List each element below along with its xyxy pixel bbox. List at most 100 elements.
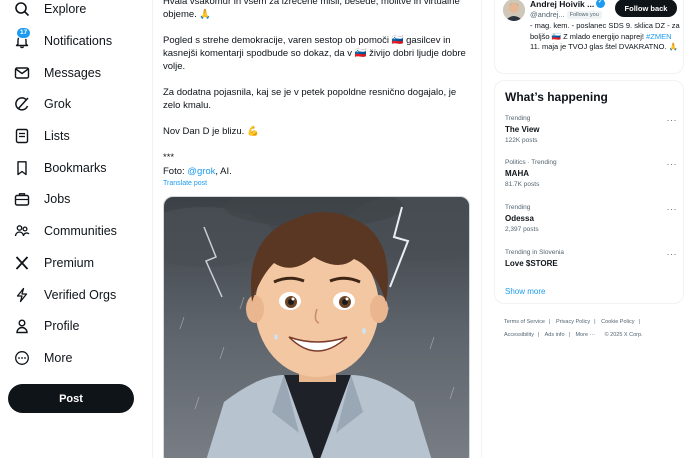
footer-link-accessibility[interactable]: Accessibility xyxy=(504,332,534,338)
footer-links: Terms of Service | Privacy Policy | Cookie… xyxy=(504,316,684,342)
photo-credit-suffix: , AI. xyxy=(215,166,232,177)
left-nav: Explore 17 Notifications Messages Grok L… xyxy=(0,0,152,458)
photo-credit: Foto: @grok, AI. xyxy=(163,165,473,178)
trend-item[interactable]: Trending Odessa 2,397 posts ··· xyxy=(505,204,677,244)
profile-name[interactable]: Andrej Hoivik ... xyxy=(530,0,606,9)
nav-item-premium[interactable]: Premium xyxy=(14,248,94,278)
nav-item-verified-orgs[interactable]: Verified Orgs xyxy=(14,280,116,310)
nav-item-lists[interactable]: Lists xyxy=(14,121,70,151)
lightning-icon xyxy=(14,287,30,303)
nav-item-messages[interactable]: Messages xyxy=(14,58,101,88)
nav-item-grok[interactable]: Grok xyxy=(14,89,71,119)
slovenia-flag-icon: 🇸🇮 xyxy=(354,48,367,59)
nav-item-profile[interactable]: Profile xyxy=(14,311,79,341)
nav-label: Profile xyxy=(44,319,80,333)
trend-meta: Trending xyxy=(505,115,531,122)
trend-title: MAHA xyxy=(505,169,529,178)
trend-title: Odessa xyxy=(505,214,534,223)
profile-name-text: Andrej Hoivik ... xyxy=(530,0,595,9)
footer-link-terms[interactable]: Terms of Service xyxy=(504,319,545,325)
panel-title: What’s happening xyxy=(505,90,608,104)
nav-label: Explore xyxy=(44,2,87,16)
footer-separator: | xyxy=(594,319,596,325)
trend-title: The View xyxy=(505,125,540,134)
nav-label: Verified Orgs xyxy=(44,288,117,302)
nav-item-bookmarks[interactable]: Bookmarks xyxy=(14,153,107,183)
envelope-icon xyxy=(14,65,30,81)
photo-credit-prefix: Foto: xyxy=(163,166,188,177)
nav-label: Messages xyxy=(44,66,101,80)
trend-meta: Trending xyxy=(505,204,531,211)
more-circle-icon xyxy=(14,350,30,366)
post-button[interactable]: Post xyxy=(8,384,134,413)
nav-item-more[interactable]: More xyxy=(14,343,72,373)
more-options-icon[interactable]: ··· xyxy=(667,115,678,125)
footer-link-ads-info[interactable]: Ads info xyxy=(545,332,565,338)
list-icon xyxy=(14,128,30,144)
trend-count: 122K posts xyxy=(505,137,538,144)
trend-item[interactable]: Trending in Slovenia Love $STORE ··· xyxy=(505,249,677,289)
post-paragraph: Nov Dan D je blizu. 💪 xyxy=(163,126,259,137)
more-options-icon[interactable]: ··· xyxy=(667,249,678,259)
bookmark-icon xyxy=(14,160,30,176)
footer-separator xyxy=(599,332,601,338)
slovenia-flag-icon: 🇸🇮 xyxy=(391,35,404,46)
nav-label: Communities xyxy=(44,224,117,238)
post-detail: Hvala vsakomur in vsem za izrečene misli… xyxy=(152,0,482,458)
nav-item-explore[interactable]: Explore xyxy=(14,0,86,24)
slovenia-flag-icon: 🇸🇮 xyxy=(551,31,562,41)
nav-label: More xyxy=(44,351,73,365)
more-options-icon[interactable]: ··· xyxy=(667,204,678,214)
bio-segment: Z mlado energijo naprej! xyxy=(561,31,647,41)
whats-happening-panel: What’s happening Trending The View 122K … xyxy=(494,80,684,304)
post-image[interactable] xyxy=(163,196,470,458)
search-icon xyxy=(14,1,30,17)
profile-handle: @andrej... Follows you xyxy=(530,10,602,19)
nav-label: Grok xyxy=(44,97,72,111)
profile-bio: - mag. kem. - poslanec SDS 9. sklica DZ … xyxy=(530,21,680,53)
post-separator: *** xyxy=(163,152,175,163)
footer-separator: | xyxy=(638,319,640,325)
trend-item[interactable]: Politics · Trending MAHA 81.7K posts ··· xyxy=(505,159,677,199)
trend-meta: Politics · Trending xyxy=(505,159,557,166)
trend-item[interactable]: Trending The View 122K posts ··· xyxy=(505,115,677,155)
show-more-link[interactable]: Show more xyxy=(505,287,545,296)
cartoon-portrait-illustration xyxy=(164,197,469,458)
footer-link-cookie[interactable]: Cookie Policy xyxy=(601,319,634,325)
footer-separator: | xyxy=(568,332,570,338)
more-options-icon[interactable]: ··· xyxy=(667,159,678,169)
trend-title: Love $STORE xyxy=(505,259,558,268)
trend-meta: Trending in Slovenia xyxy=(505,249,565,256)
nav-label: Lists xyxy=(44,129,70,143)
nav-label: Jobs xyxy=(44,192,71,206)
avatar[interactable] xyxy=(503,0,525,21)
footer-separator: | xyxy=(548,319,551,325)
post-paragraph: Pogled s strehe demokracije, varen sesto… xyxy=(163,34,473,73)
post-paragraph: Za dodatna pojasnila, kaj se je v petek … xyxy=(163,87,457,111)
person-icon xyxy=(14,318,30,334)
follows-you-badge: Follows you xyxy=(566,11,602,19)
copyright: © 2025 X Corp. xyxy=(604,332,643,338)
post-text-segment: Pogled s strehe demokracije, varen sesto… xyxy=(163,35,392,46)
hashtag-link[interactable]: #ZMEN xyxy=(646,32,671,41)
footer-link-privacy[interactable]: Privacy Policy xyxy=(556,319,590,325)
translate-post-link[interactable]: Translate post xyxy=(163,180,207,187)
grok-icon xyxy=(14,96,30,112)
nav-label: Notifications xyxy=(44,34,113,48)
nav-item-notifications[interactable]: 17 Notifications xyxy=(14,26,112,56)
nav-label: Premium xyxy=(44,256,95,270)
nav-item-jobs[interactable]: Jobs xyxy=(14,184,70,214)
post-paragraph: Hvala vsakomur in vsem za izrečene misli… xyxy=(163,0,460,20)
briefcase-icon xyxy=(14,191,30,207)
notification-badge: 17 xyxy=(16,27,32,39)
grok-mention-link[interactable]: @grok xyxy=(187,166,215,177)
footer-link-more[interactable]: More ··· xyxy=(575,332,595,338)
footer-separator: | xyxy=(537,332,540,338)
people-icon xyxy=(14,223,30,239)
follow-back-button[interactable]: Follow back xyxy=(615,0,677,17)
profile-handle-text: @andrej... xyxy=(530,10,565,19)
verified-badge-icon xyxy=(596,0,606,8)
bell-icon: 17 xyxy=(14,27,32,49)
nav-item-communities[interactable]: Communities xyxy=(14,216,117,246)
profile-hover-card: Andrej Hoivik ... @andrej...Follows you … xyxy=(494,0,684,74)
